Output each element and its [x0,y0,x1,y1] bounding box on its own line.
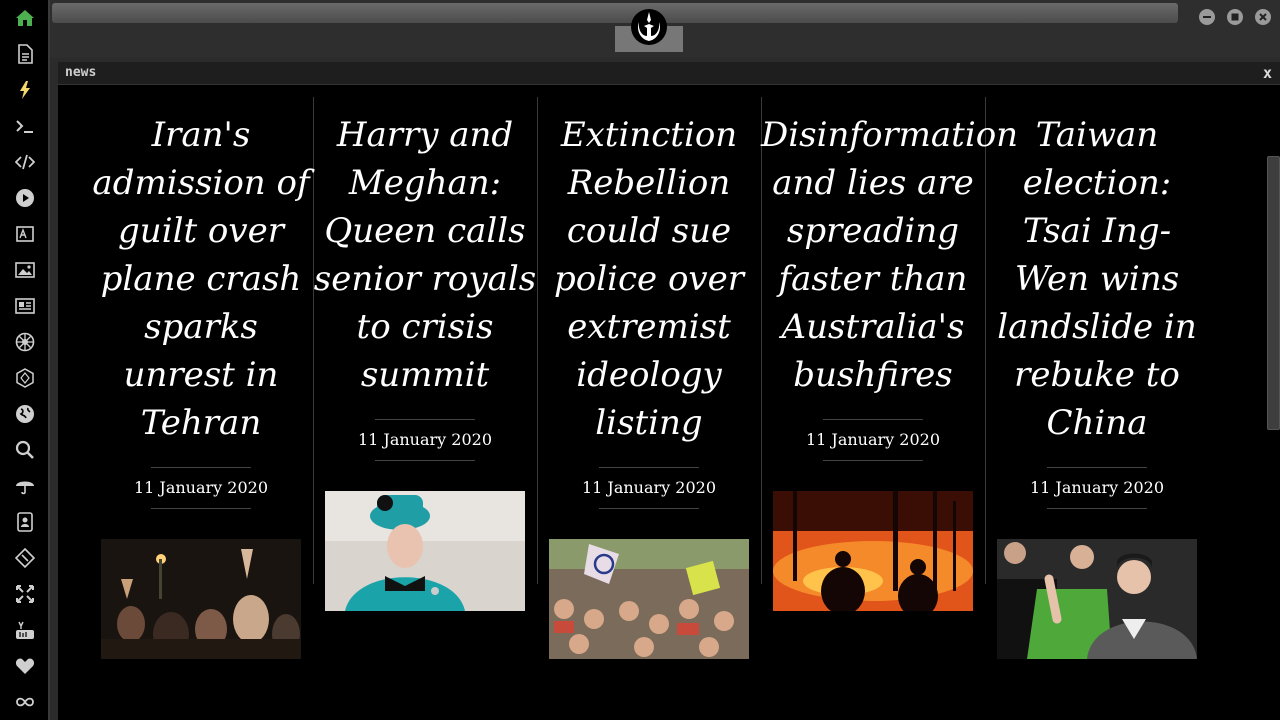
headline-line: admission of [92,163,310,203]
headline-line: Disinformation [761,115,1019,155]
headline-line: election: [1022,163,1172,203]
headline-line: to crisis [356,307,494,347]
news-panel: news x Iran's admission of guilt over plane… [58,62,1280,720]
headline-line: could sue [566,211,732,251]
rebel-alliance-icon[interactable] [630,8,668,46]
contact-icon[interactable] [14,511,36,533]
headline-line: summit [360,355,490,395]
infinity-icon[interactable] [14,691,36,713]
article-headline[interactable]: Harry and Meghan: Queen calls senior royals… [313,111,537,399]
headline-line: spreading [786,211,960,251]
article-image[interactable] [325,491,525,611]
article-date: 11 January 2020 [357,430,493,449]
article-image[interactable] [101,539,301,659]
news-article[interactable]: Taiwan election: Tsai Ing- Wen wins landslid… [985,97,1209,659]
home-icon[interactable] [14,7,36,29]
news-article[interactable]: Harry and Meghan: Queen calls senior royals… [313,97,537,611]
panel-close-button[interactable]: x [1263,64,1272,82]
headline-line: Tehran [140,403,262,443]
divider-line [1047,508,1147,509]
headline-line: extremist [567,307,731,347]
headline-line: sparks [144,307,258,347]
maximize-button[interactable] [1227,9,1243,25]
code-icon[interactable] [14,151,36,173]
scrollbar-thumb[interactable] [1267,156,1280,430]
article-date: 11 January 2020 [133,478,269,497]
headline-line: ideology [576,355,722,395]
git-icon[interactable] [14,547,36,569]
play-icon[interactable] [14,187,36,209]
headline-line: Harry and [336,115,514,155]
headline-line: senior royals [313,259,537,299]
minimize-button[interactable] [1199,9,1215,25]
divider-line [599,508,699,509]
article-date: 11 January 2020 [581,478,717,497]
divider-line [823,460,923,461]
article-image[interactable] [773,491,973,611]
divider-line [151,508,251,509]
headline-line: Australia's [781,307,965,347]
news-article[interactable]: Extinction Rebellion could sue police over e… [537,97,761,659]
hexagon-icon[interactable] [14,367,36,389]
headline-line: landslide in [997,307,1197,347]
news-article[interactable]: Disinformation and lies are spreading faste… [761,97,1019,611]
heart-icon[interactable] [14,655,36,677]
lightning-icon[interactable] [14,79,36,101]
article-image[interactable] [997,539,1197,659]
headline-line: Iran's [151,115,251,155]
headline-line: Meghan: [348,163,502,203]
article-headline[interactable]: Taiwan election: Tsai Ing- Wen wins landslid… [985,111,1209,447]
news-article[interactable]: Iran's admission of guilt over plane crash s… [89,97,313,659]
app-sidebar [0,0,50,720]
headline-line: Queen calls [324,211,526,251]
minimize-icon [1203,16,1211,18]
youtube-icon[interactable] [14,619,36,641]
empire-icon[interactable] [14,331,36,353]
globe-icon[interactable] [14,403,36,425]
terminal-icon[interactable] [14,115,36,137]
article-headline[interactable]: Iran's admission of guilt over plane crash s… [89,111,313,447]
headline-line: plane crash [100,259,302,299]
document-icon[interactable] [14,43,36,65]
maximize-icon [1231,13,1239,21]
headline-line: Taiwan [1035,115,1159,155]
image-icon[interactable] [14,259,36,281]
headline-line: rebuke to [1014,355,1180,395]
headline-line: guilt over [118,211,284,251]
headline-line: Tsai Ing- [1022,211,1172,251]
article-date: 11 January 2020 [1029,478,1165,497]
panel-title: news [65,65,97,80]
close-icon [1259,13,1267,21]
headline-line: listing [595,403,703,443]
headline-line: bushfires [793,355,953,395]
headline-line: faster than [778,259,968,299]
umbrella-icon[interactable] [14,475,36,497]
newspaper-icon[interactable] [14,295,36,317]
headline-line: Wen wins [1014,259,1180,299]
search-icon[interactable] [14,439,36,461]
translate-icon[interactable] [14,223,36,245]
article-headline[interactable]: Extinction Rebellion could sue police over e… [537,111,761,447]
headline-line: Extinction [560,115,738,155]
headline-line: and lies are [772,163,974,203]
expand-icon[interactable] [14,583,36,605]
address-bar[interactable] [52,3,1178,23]
panel-header: news x [58,62,1280,85]
headline-line: police over [553,259,744,299]
divider-line [375,460,475,461]
headline-line: Rebellion [567,163,731,203]
article-headline[interactable]: Disinformation and lies are spreading faste… [761,111,1019,399]
headline-line: China [1046,403,1148,443]
article-image[interactable] [549,539,749,659]
article-date: 11 January 2020 [805,430,941,449]
close-window-button[interactable] [1255,9,1271,25]
headline-line: unrest in [123,355,279,395]
